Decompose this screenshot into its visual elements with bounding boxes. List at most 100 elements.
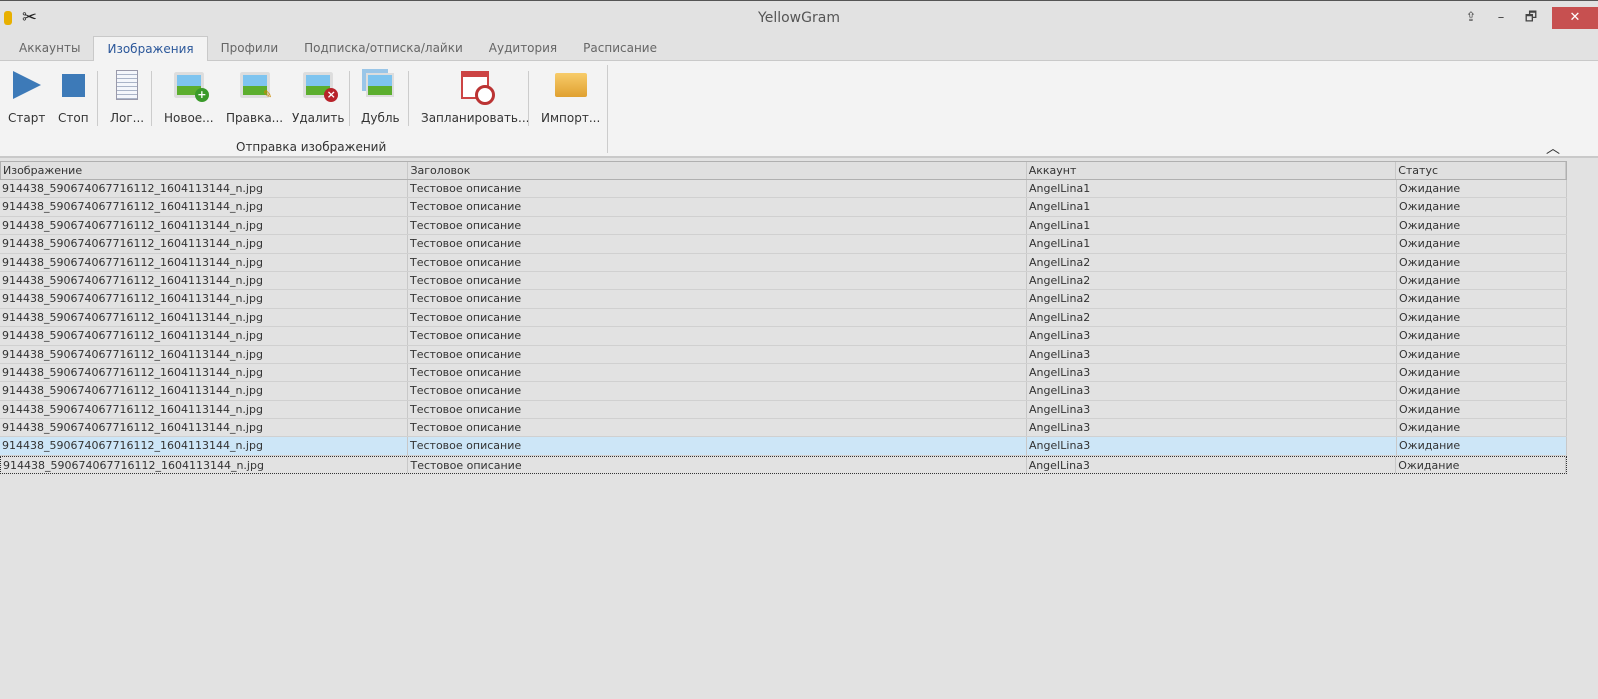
table-row[interactable]: 914438_590674067716112_1604113144_n.jpg Т… [0, 253, 1567, 272]
cell-account: AngelLina2 [1027, 253, 1397, 271]
table-row[interactable]: 914438_590674067716112_1604113144_n.jpg Т… [0, 198, 1567, 217]
cell-status: Ожидание [1397, 198, 1567, 216]
start-button[interactable]: Старт [8, 67, 45, 125]
cell-image: 914438_590674067716112_1604113144_n.jpg [0, 308, 408, 327]
column-header-status[interactable]: Статус [1396, 162, 1566, 179]
calendar-clock-icon [461, 71, 496, 105]
cell-account: AngelLina2 [1027, 290, 1397, 308]
cell-image: 914438_590674067716112_1604113144_n.jpg [0, 235, 408, 253]
cell-image: 914438_590674067716112_1604113144_n.jpg [0, 253, 408, 271]
tab-images[interactable]: Изображения [93, 36, 208, 62]
cell-title: Тестовое описание [408, 345, 1027, 363]
cell-title: Тестовое описание [408, 363, 1027, 382]
cell-image: 914438_590674067716112_1604113144_n.jpg [0, 290, 408, 308]
cell-account: AngelLina1 [1027, 216, 1397, 235]
stop-button[interactable]: Стоп [58, 67, 89, 125]
cell-status: Ожидание [1397, 253, 1567, 271]
cell-status: Ожидание [1397, 400, 1567, 419]
cell-status: Ожидание [1397, 180, 1567, 198]
table-row[interactable]: 914438_590674067716112_1604113144_n.jpg Т… [0, 400, 1567, 420]
cell-account: AngelLina2 [1027, 271, 1397, 290]
cell-account: AngelLina3 [1027, 400, 1397, 419]
cell-image: 914438_590674067716112_1604113144_n.jpg [1, 456, 409, 474]
cell-account: AngelLina2 [1027, 308, 1397, 327]
table-row[interactable]: 914438_590674067716112_1604113144_n.jpg Т… [0, 363, 1567, 383]
table-row[interactable]: 914438_590674067716112_1604113144_n.jpg Т… [0, 180, 1567, 199]
window-title: YellowGram [758, 10, 840, 26]
table-row[interactable]: 914438_590674067716112_1604113144_n.jpg Т… [0, 308, 1567, 328]
table-row[interactable]: 914438_590674067716112_1604113144_n.jpg Т… [0, 327, 1567, 346]
schedule-button[interactable]: Запланировать... [421, 67, 529, 125]
cell-title: Тестовое описание [408, 290, 1027, 308]
cell-account: AngelLina3 [1027, 437, 1397, 455]
cell-title: Тестовое описание [408, 419, 1027, 437]
import-button[interactable]: Импорт... [541, 67, 600, 125]
table-row[interactable]: 914438_590674067716112_1604113144_n.jpg Т… [0, 271, 1567, 291]
delete-button[interactable]: × Удалить [292, 67, 345, 125]
cell-status: Ожидание [1397, 363, 1567, 382]
cell-title: Тестовое описание [408, 198, 1027, 216]
collapse-ribbon-icon[interactable]: ︿ [1546, 138, 1560, 158]
table-row[interactable]: 914438_590674067716112_1604113144_n.jpg Т… [0, 345, 1567, 364]
cell-status: Ожидание [1397, 235, 1567, 253]
cell-account: AngelLina3 [1027, 456, 1397, 474]
pin-button[interactable]: ⇪ [1456, 7, 1486, 29]
restore-button[interactable]: 🗗 [1516, 7, 1546, 29]
column-header-title[interactable]: Заголовок [408, 162, 1027, 179]
cell-status: Ожидание [1397, 437, 1567, 455]
ribbon: Старт Стоп Лог... + Новое... ✎ Правка...… [0, 61, 1598, 158]
cell-image: 914438_590674067716112_1604113144_n.jpg [0, 363, 408, 382]
table-header: Изображение Заголовок Аккаунт Статус [0, 161, 1567, 180]
cell-status: Ожидание [1397, 382, 1567, 400]
cell-title: Тестовое описание [408, 216, 1027, 235]
minimize-button[interactable]: – [1486, 7, 1516, 29]
table-row[interactable]: 914438_590674067716112_1604113144_n.jpg Т… [0, 382, 1567, 401]
ribbon-group-label: Отправка изображений [236, 140, 387, 154]
cell-title: Тестовое описание [408, 382, 1027, 400]
cell-title: Тестовое описание [408, 327, 1027, 345]
table-row[interactable]: 914438_590674067716112_1604113144_n.jpg Т… [0, 455, 1567, 475]
close-button[interactable]: ✕ [1552, 7, 1598, 29]
cell-account: AngelLina3 [1027, 419, 1397, 437]
cell-image: 914438_590674067716112_1604113144_n.jpg [0, 400, 408, 419]
tab-schedule[interactable]: Расписание [570, 36, 670, 61]
new-button[interactable]: + Новое... [164, 67, 214, 125]
table-row[interactable]: 914438_590674067716112_1604113144_n.jpg Т… [0, 437, 1567, 456]
cell-account: AngelLina1 [1027, 235, 1397, 253]
table-row[interactable]: 914438_590674067716112_1604113144_n.jpg Т… [0, 235, 1567, 254]
table-row[interactable]: 914438_590674067716112_1604113144_n.jpg Т… [0, 216, 1567, 236]
tab-profiles[interactable]: Профили [208, 36, 292, 61]
image-edit-icon: ✎ [240, 73, 272, 101]
cell-account: AngelLina3 [1027, 382, 1397, 400]
edit-button[interactable]: ✎ Правка... [226, 67, 283, 125]
tab-audience[interactable]: Аудитория [476, 36, 570, 61]
cell-status: Ожидание [1397, 419, 1567, 437]
images-table: Изображение Заголовок Аккаунт Статус 914… [0, 161, 1567, 475]
cell-title: Тестовое описание [408, 235, 1027, 253]
folder-import-icon [554, 73, 587, 97]
duplicate-button[interactable]: Дубль [361, 67, 400, 125]
cell-image: 914438_590674067716112_1604113144_n.jpg [0, 437, 408, 455]
cell-account: AngelLina1 [1027, 180, 1397, 198]
image-add-icon: + [174, 73, 209, 102]
tab-follow[interactable]: Подписка/отписка/лайки [291, 36, 476, 61]
tab-bar: Аккаунты Изображения Профили Подписка/от… [0, 36, 1598, 62]
cell-title: Тестовое описание [408, 437, 1027, 455]
cell-image: 914438_590674067716112_1604113144_n.jpg [0, 327, 408, 345]
column-header-account[interactable]: Аккаунт [1027, 162, 1397, 179]
cell-image: 914438_590674067716112_1604113144_n.jpg [0, 382, 408, 400]
cell-image: 914438_590674067716112_1604113144_n.jpg [0, 345, 408, 363]
log-icon [116, 70, 139, 100]
table-row[interactable]: 914438_590674067716112_1604113144_n.jpg Т… [0, 419, 1567, 438]
cell-status: Ожидание [1396, 456, 1566, 474]
cell-status: Ожидание [1397, 327, 1567, 345]
cell-image: 914438_590674067716112_1604113144_n.jpg [0, 198, 408, 216]
tab-accounts[interactable]: Аккаунты [6, 36, 93, 61]
table-row[interactable]: 914438_590674067716112_1604113144_n.jpg Т… [0, 290, 1567, 309]
cell-image: 914438_590674067716112_1604113144_n.jpg [0, 216, 408, 235]
column-header-image[interactable]: Изображение [1, 162, 409, 179]
log-button[interactable]: Лог... [110, 67, 144, 125]
cell-title: Тестовое описание [408, 456, 1027, 474]
cell-account: AngelLina3 [1027, 363, 1397, 382]
cell-title: Тестовое описание [408, 180, 1027, 198]
